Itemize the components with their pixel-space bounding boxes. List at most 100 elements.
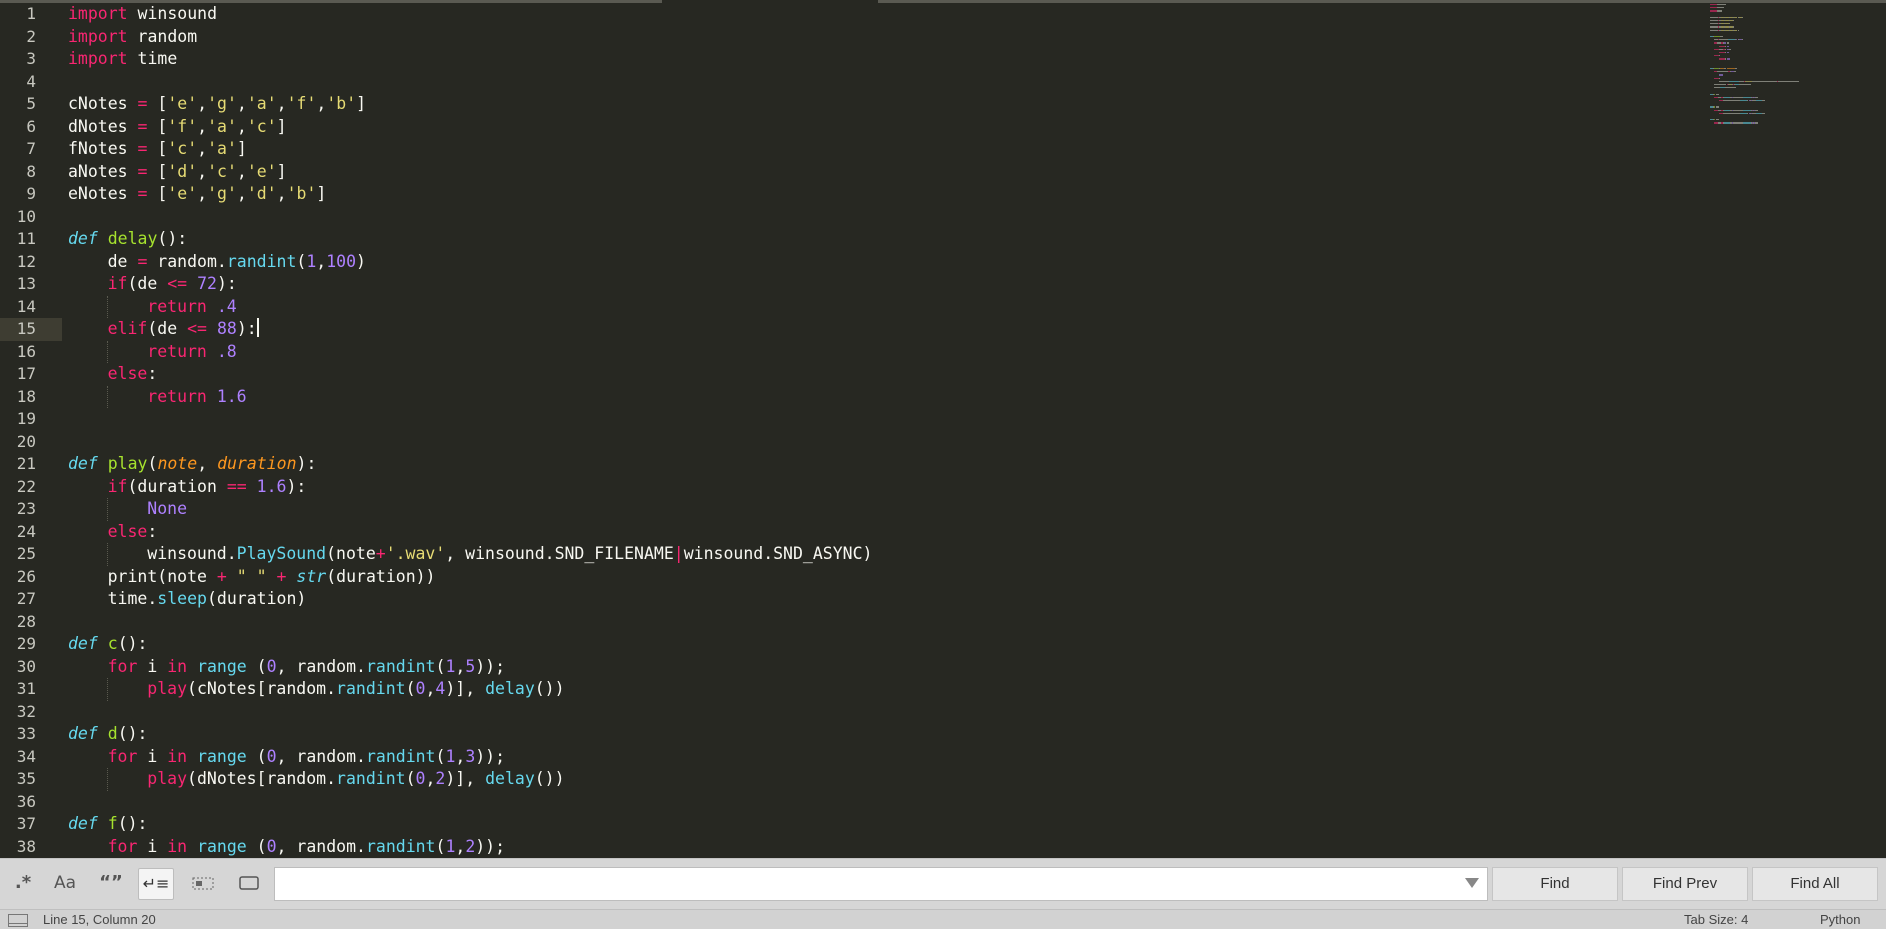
line-number-gutter[interactable]: 9	[0, 183, 62, 206]
code-line[interactable]: 31 play(cNotes[random.randint(0,4)], dela…	[0, 678, 1700, 701]
line-number-gutter[interactable]: 27	[0, 588, 62, 611]
line-number-gutter[interactable]: 4	[0, 71, 62, 94]
code-line[interactable]: 27 time.sleep(duration)	[0, 588, 1700, 611]
line-number-gutter[interactable]: 24	[0, 521, 62, 544]
line-number-gutter[interactable]: 32	[0, 701, 62, 724]
line-number-gutter[interactable]: 6	[0, 116, 62, 139]
code-line[interactable]: 12 de = random.randint(1,100)	[0, 251, 1700, 274]
line-number-gutter[interactable]: 26	[0, 566, 62, 589]
line-number-gutter[interactable]: 3	[0, 48, 62, 71]
code-line[interactable]: 6 dNotes = ['f','a','c']	[0, 116, 1700, 139]
code-line[interactable]: 4	[0, 71, 1700, 94]
quotes-icon: “”	[99, 872, 123, 893]
line-number-gutter[interactable]: 33	[0, 723, 62, 746]
code-line[interactable]: 36	[0, 791, 1700, 814]
line-number-gutter[interactable]: 31	[0, 678, 62, 701]
code-line[interactable]: 34 for i in range (0, random.randint(1,3)…	[0, 746, 1700, 769]
case-sensitive-toggle[interactable]: Aa	[48, 868, 82, 898]
line-number-gutter[interactable]: 36	[0, 791, 62, 814]
code-line[interactable]: 29 def c():	[0, 633, 1700, 656]
token-pl: (	[405, 769, 416, 788]
regex-toggle[interactable]: .*	[6, 868, 40, 898]
line-number-gutter[interactable]: 8	[0, 161, 62, 184]
line-number-gutter[interactable]: 22	[0, 476, 62, 499]
minimap[interactable]	[1700, 0, 1886, 200]
minimap-mark	[1715, 106, 1719, 108]
code-line[interactable]: 32	[0, 701, 1700, 724]
whole-word-toggle[interactable]: “”	[94, 868, 128, 898]
find-prev-button[interactable]: Find Prev	[1622, 867, 1748, 901]
line-number-gutter[interactable]: 12	[0, 251, 62, 274]
search-input[interactable]	[275, 868, 1461, 898]
code-line[interactable]: 14 return .4	[0, 295, 1700, 319]
line-number-gutter[interactable]: 29	[0, 633, 62, 656]
code-line[interactable]: 5 cNotes = ['e','g','a','f','b']	[0, 93, 1700, 116]
code-line[interactable]: 23 None	[0, 498, 1700, 521]
code-line[interactable]: 33 def d():	[0, 723, 1700, 746]
code-line[interactable]: 1 import winsound	[0, 3, 1700, 26]
code-line[interactable]: 18 return 1.6	[0, 385, 1700, 409]
code-line[interactable]: 37 def f():	[0, 813, 1700, 836]
code-line[interactable]: 7 fNotes = ['c','a']	[0, 138, 1700, 161]
line-number-gutter[interactable]: 30	[0, 656, 62, 679]
line-number-gutter[interactable]: 15	[0, 318, 62, 341]
code-line[interactable]: 10	[0, 206, 1700, 229]
code-line[interactable]: 9 eNotes = ['e','g','d','b']	[0, 183, 1700, 206]
search-field[interactable]	[274, 867, 1488, 901]
code-line[interactable]: 38 for i in range (0, random.randint(1,2)…	[0, 836, 1700, 859]
line-number-gutter[interactable]: 16	[0, 341, 62, 364]
find-all-button[interactable]: Find All	[1752, 867, 1878, 901]
line-number-gutter[interactable]: 18	[0, 386, 62, 409]
line-number-gutter[interactable]: 21	[0, 453, 62, 476]
line-number-gutter[interactable]: 17	[0, 363, 62, 386]
tab-size-selector[interactable]: Tab Size: 4	[1684, 912, 1748, 927]
code-line[interactable]: 19	[0, 408, 1700, 431]
code-line[interactable]: 25 winsound.PlaySound(note+'.wav', winsou…	[0, 543, 1700, 566]
line-number-gutter[interactable]: 38	[0, 836, 62, 859]
code-line[interactable]: 20	[0, 431, 1700, 454]
line-number-gutter[interactable]: 13	[0, 273, 62, 296]
line-number-gutter[interactable]: 19	[0, 408, 62, 431]
code-line[interactable]: 3 import time	[0, 48, 1700, 71]
line-number-gutter[interactable]: 23	[0, 498, 62, 521]
find-button[interactable]: Find	[1492, 867, 1618, 901]
line-number: 5	[26, 94, 36, 113]
line-number-gutter[interactable]: 14	[0, 296, 62, 319]
line-number-gutter[interactable]: 34	[0, 746, 62, 769]
in-selection-toggle[interactable]	[186, 868, 220, 898]
line-number-gutter[interactable]: 10	[0, 206, 62, 229]
line-number-gutter[interactable]: 28	[0, 611, 62, 634]
code-line[interactable]: 13 if(de <= 72):	[0, 273, 1700, 296]
history-dropdown-icon[interactable]	[1465, 878, 1479, 888]
line-number-gutter[interactable]: 11	[0, 228, 62, 251]
code-line[interactable]: 15 elif(de <= 88):	[0, 318, 1700, 341]
syntax-selector[interactable]: Python	[1820, 912, 1860, 927]
code-line[interactable]: 17 else:	[0, 363, 1700, 386]
code-line[interactable]: 26 print(note + " " + str(duration))	[0, 566, 1700, 589]
regex-icon: .*	[14, 872, 32, 893]
highlight-matches-toggle[interactable]	[232, 868, 266, 898]
code-line[interactable]: 16 return .8	[0, 340, 1700, 364]
code-line[interactable]: 35 play(dNotes[random.randint(0,2)], dela…	[0, 768, 1700, 791]
line-number-gutter[interactable]: 7	[0, 138, 62, 161]
wrap-toggle[interactable]: ↵≡	[138, 868, 174, 900]
line-number-gutter[interactable]: 5	[0, 93, 62, 116]
panel-toggle-icon[interactable]	[8, 914, 28, 927]
code-line[interactable]: 8 aNotes = ['d','c','e']	[0, 161, 1700, 184]
line-number-gutter[interactable]: 37	[0, 813, 62, 836]
code-line[interactable]: 22 if(duration == 1.6):	[0, 476, 1700, 499]
code-line[interactable]: 24 else:	[0, 521, 1700, 544]
code-editor[interactable]: 1 import winsound 2 import random 3 import ti…	[0, 0, 1886, 858]
line-number-gutter[interactable]: 35	[0, 768, 62, 791]
code-line[interactable]: 30 for i in range (0, random.randint(1,5)…	[0, 656, 1700, 679]
line-number-gutter[interactable]: 25	[0, 543, 62, 566]
line-number-gutter[interactable]: 20	[0, 431, 62, 454]
minimap-mark	[1715, 119, 1719, 121]
token-bi: delay	[485, 679, 535, 698]
line-number-gutter[interactable]: 2	[0, 26, 62, 49]
code-line[interactable]: 2 import random	[0, 26, 1700, 49]
code-line[interactable]: 21 def play(note, duration):	[0, 453, 1700, 476]
line-number-gutter[interactable]: 1	[0, 3, 62, 26]
code-line[interactable]: 28	[0, 611, 1700, 634]
code-line[interactable]: 11 def delay():	[0, 228, 1700, 251]
